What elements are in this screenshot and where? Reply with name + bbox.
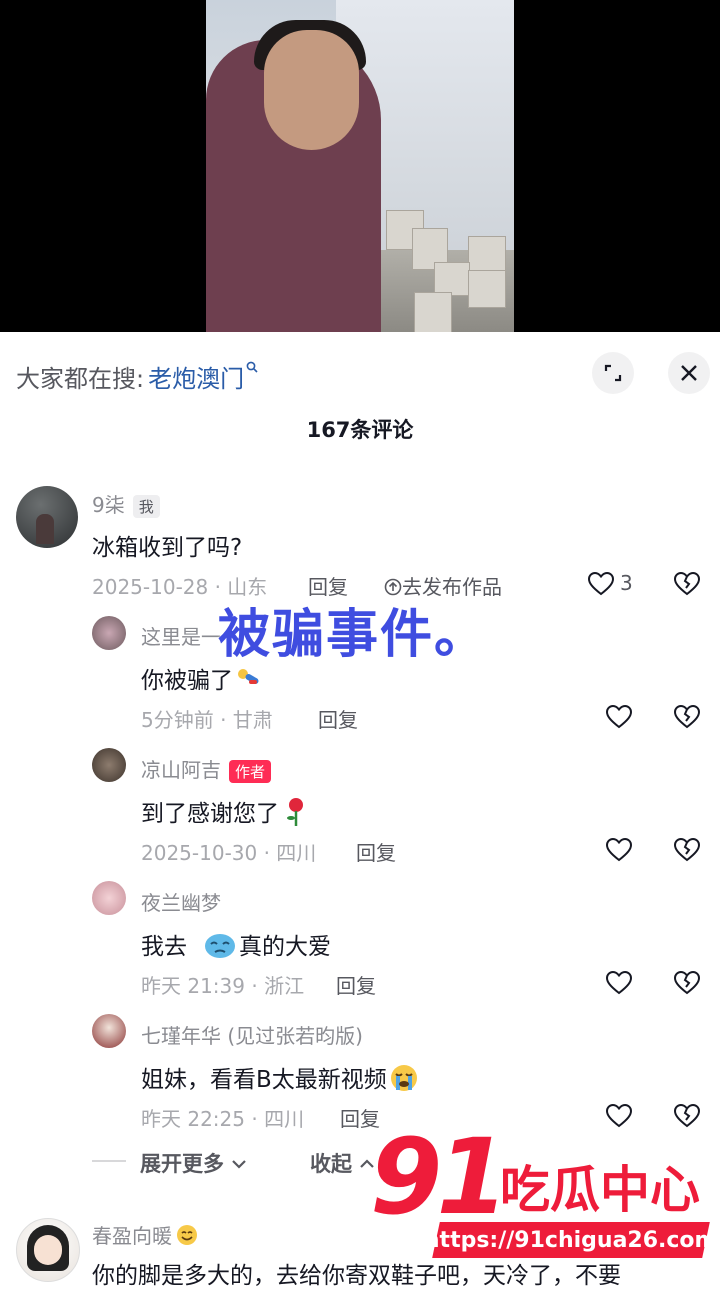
comment-text: 你的脚是多大的，去给你寄双鞋子吧，天冷了，不要 <box>92 1263 621 1289</box>
smile-emoji <box>176 1224 198 1246</box>
avatar[interactable] <box>16 1218 80 1282</box>
dislike-icon[interactable] <box>672 835 702 865</box>
comment-author[interactable]: 凉山阿吉 作者 <box>141 754 272 783</box>
watermark-number: 91 <box>370 1116 509 1238</box>
person-figure <box>206 20 381 332</box>
loudly-crying-emoji <box>389 1063 419 1093</box>
comment-meta: 昨天 21:39 · 浙江 <box>141 974 305 998</box>
falling-person-emoji <box>235 666 263 692</box>
brick-block <box>468 270 506 308</box>
avatar[interactable] <box>92 616 126 650</box>
me-tag: 我 <box>132 495 160 518</box>
like-icon[interactable] <box>604 835 634 865</box>
comment-author[interactable]: 七瑾年华 (见过张若昀版) <box>141 1020 363 1049</box>
search-term-link[interactable]: 老炮澳门 <box>148 359 244 394</box>
dislike-icon[interactable] <box>672 569 702 599</box>
comment-meta: 5分钟前 · 甘肃 <box>141 708 273 732</box>
like-icon[interactable] <box>604 968 634 998</box>
brick-block <box>414 292 452 332</box>
expand-more-button[interactable]: 展开更多 <box>140 1148 247 1178</box>
video-frame <box>206 0 514 332</box>
comment-text: 到了感谢您了 <box>141 794 309 828</box>
reply-button[interactable]: 回复 <box>318 704 358 733</box>
reply-button[interactable]: 回复 <box>336 970 376 999</box>
comment-meta: 昨天 22:25 · 四川 <box>141 1107 305 1131</box>
comment-text: 冰箱收到了吗? <box>92 535 243 561</box>
close-button[interactable] <box>668 352 710 394</box>
brick-block <box>434 262 470 296</box>
avatar[interactable] <box>92 1014 126 1048</box>
dislike-icon[interactable] <box>672 702 702 732</box>
rose-emoji <box>283 797 309 827</box>
overlay-caption: 被骗事件。 <box>218 605 489 665</box>
chevron-down-icon <box>232 1160 247 1169</box>
comment-count: 167条评论 <box>306 418 414 442</box>
comment-text: 我去 真的大爱 <box>141 927 331 961</box>
search-icon <box>246 359 258 377</box>
like-icon[interactable] <box>586 569 616 599</box>
reply-button[interactable]: 回复 <box>356 837 396 866</box>
expand-icon <box>604 364 622 382</box>
comment-author[interactable]: 夜兰幽梦 <box>141 887 221 916</box>
comment-author[interactable]: 9柒我 <box>92 489 160 518</box>
like-count: 3 <box>620 571 633 595</box>
avatar[interactable] <box>92 748 126 782</box>
crying-emoji <box>203 930 237 960</box>
close-icon <box>681 365 697 381</box>
video-player[interactable] <box>0 0 720 332</box>
like-icon[interactable] <box>604 702 634 732</box>
watermark-url: https://91chigua26.com <box>424 1222 718 1258</box>
comment-text: 姐妹，看看B太最新视频 <box>141 1060 419 1094</box>
avatar[interactable] <box>16 486 78 548</box>
comment-meta: 2025-10-30 · 四川 <box>141 841 317 865</box>
collapse-button[interactable]: 收起 <box>310 1148 375 1178</box>
author-tag: 作者 <box>229 760 272 783</box>
expand-button[interactable] <box>592 352 634 394</box>
avatar[interactable] <box>92 881 126 915</box>
dislike-icon[interactable] <box>672 968 702 998</box>
thread-divider <box>92 1160 126 1162</box>
search-prefix: 大家都在搜: <box>16 364 145 393</box>
comment-author[interactable]: 春盈向暖 <box>92 1220 198 1249</box>
watermark-logo: 91 吃瓜中心 <box>370 1116 720 1238</box>
trending-search[interactable]: 大家都在搜: 老炮澳门 <box>16 356 258 396</box>
comment-author[interactable]: 这里是一 <box>141 621 221 650</box>
watermark-text: 吃瓜中心 <box>500 1161 700 1219</box>
